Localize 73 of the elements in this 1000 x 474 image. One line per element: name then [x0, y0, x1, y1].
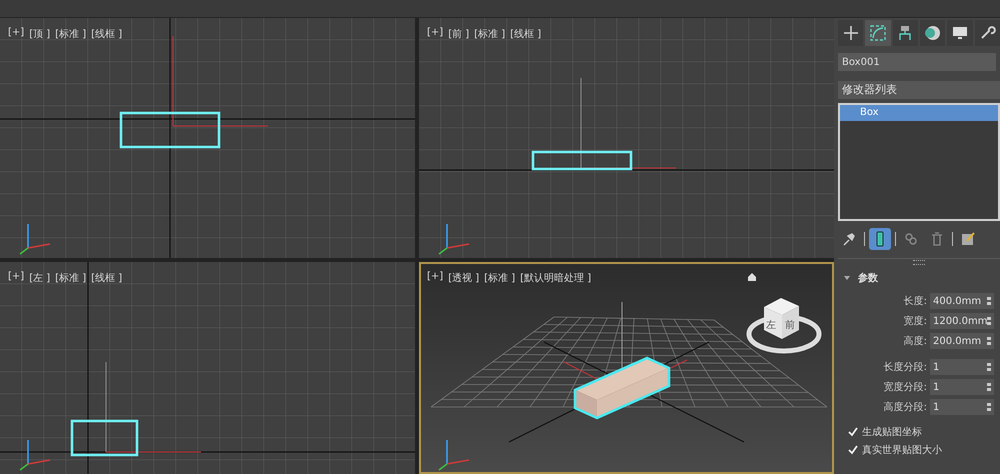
viewport[interactable]: 左 前 [+] [透视 ] [标准 ] [默认明暗处理 ] — [419, 262, 834, 474]
pivot-axes-icon — [580, 78, 676, 168]
modify-tab[interactable] — [865, 20, 891, 46]
checkbox-label: 真实世界贴图大小 — [862, 444, 942, 457]
selected-box-wireframe[interactable] — [532, 150, 632, 170]
spinner-arrows-icon[interactable] — [987, 297, 991, 305]
expand-triangle-icon — [844, 276, 850, 280]
checkbox-label: 生成贴图坐标 — [862, 426, 922, 439]
checkbox[interactable] — [848, 445, 858, 455]
spinner-field[interactable]: 1 — [930, 399, 994, 415]
viewport[interactable]: [+] [前 ] [标准 ] [线框 ] — [419, 18, 834, 258]
selected-box-wireframe[interactable] — [120, 112, 220, 148]
circle-icon — [924, 24, 942, 42]
utilities-tab[interactable] — [974, 20, 1000, 46]
home-icon[interactable] — [748, 273, 756, 281]
viewport-menu-label[interactable]: [标准 ] — [474, 27, 506, 41]
spinner-field[interactable]: 200.0mm — [930, 333, 994, 349]
create-tab[interactable] — [838, 20, 864, 46]
viewport-menu-label[interactable]: [标准 ] — [55, 271, 86, 285]
viewport-menu-label[interactable]: [前 ] — [448, 27, 470, 41]
checkbox[interactable] — [848, 427, 858, 437]
spinner-field[interactable]: 1 — [930, 379, 994, 395]
motion-tab[interactable] — [920, 20, 946, 46]
selected-box-wireframe[interactable] — [70, 420, 138, 456]
modifier-list-dropdown[interactable]: 修改器列表 — [838, 81, 1000, 99]
viewport-menu-label[interactable]: [+] — [8, 271, 24, 285]
viewport-menu-label[interactable]: [顶 ] — [29, 27, 50, 41]
parameter-label: 宽度: — [904, 314, 927, 328]
plus-icon — [842, 24, 860, 42]
parameter-label: 长度: — [904, 294, 927, 308]
spinner-field[interactable]: 400.0mm — [930, 293, 994, 309]
monitor-icon — [950, 24, 969, 42]
parameter-label: 高度分段: — [884, 400, 927, 414]
bent-curve-icon — [868, 24, 887, 42]
spinner-field[interactable]: 1 — [930, 359, 994, 375]
axis-tripod-icon — [20, 224, 50, 255]
spinner-arrows-icon[interactable] — [987, 317, 991, 325]
viewport[interactable]: [+] [左 ] [标准 ] [线框 ] — [0, 262, 415, 474]
viewport-menu-label[interactable]: [标准 ] — [55, 27, 86, 41]
grip-icon[interactable] — [913, 260, 925, 265]
viewport-menu-label[interactable]: [+] — [427, 27, 444, 41]
parameter-label: 宽度分段: — [884, 380, 927, 394]
rollout-title: 参数 — [858, 272, 878, 285]
spinner-arrows-icon[interactable] — [987, 383, 991, 391]
viewport-menu-label[interactable]: [线框 ] — [91, 27, 122, 41]
viewcube-face-label: 左 — [766, 320, 776, 331]
parameter-label: 长度分段: — [884, 360, 927, 374]
object-name-field[interactable]: Box001 — [838, 53, 996, 71]
viewport-menu-label[interactable]: [+] — [8, 27, 24, 41]
axis-tripod-icon — [438, 224, 470, 255]
parameter-label: 高度: — [904, 334, 927, 348]
spinner-arrows-icon[interactable] — [987, 363, 991, 371]
viewport-menu-label[interactable]: [+] — [427, 271, 444, 285]
hierarchy-tab[interactable] — [892, 20, 918, 46]
pivot-axes-icon — [172, 36, 268, 126]
display-tab[interactable] — [947, 20, 973, 46]
spinner-arrows-icon[interactable] — [987, 337, 991, 345]
spinner-field[interactable]: 1200.0mm — [930, 313, 994, 329]
rollout-header[interactable]: 参数 — [838, 269, 1000, 287]
viewport-menu-label[interactable]: [默认明暗处理 ] — [520, 271, 592, 285]
bar-icon[interactable] — [869, 228, 891, 250]
spinner-arrows-icon[interactable] — [987, 403, 991, 411]
pivot-axes-icon — [106, 362, 202, 452]
viewport-menu-label[interactable]: [线框 ] — [91, 271, 122, 285]
viewport-menu-label[interactable]: [左 ] — [29, 271, 50, 285]
viewport-menu-label[interactable]: [线框 ] — [510, 27, 542, 41]
box-object-drawing[interactable] — [574, 356, 670, 420]
viewport[interactable]: [+] [顶 ] [标准 ] [线框 ] — [0, 18, 415, 258]
axis-tripod-icon — [20, 440, 50, 471]
viewport-menu-label[interactable]: [透视 ] — [448, 271, 480, 285]
axis-tripod-icon — [438, 440, 470, 471]
viewcube-face-label: 前 — [785, 320, 795, 331]
viewport-menu-label[interactable]: [标准 ] — [484, 271, 516, 285]
